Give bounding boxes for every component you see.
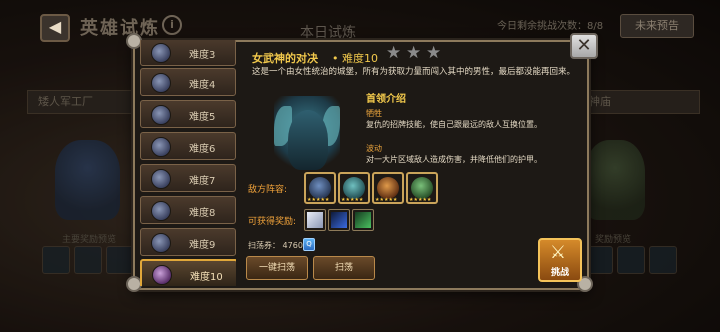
boss-intro-heading: 首领介绍 [366, 94, 406, 105]
back-arrow-icon: ◀ [48, 17, 62, 36]
ticket-icon: Q [303, 238, 315, 251]
difficulty-item-selected[interactable]: 难度10 [140, 259, 236, 286]
hero-portrait-icon [309, 177, 331, 199]
scroll-icon [307, 212, 323, 228]
tab-title: 本日试炼 [300, 25, 356, 41]
fight-button-label: 挑战 [550, 268, 569, 278]
close-button[interactable]: ✕ [570, 33, 598, 59]
enemy-hero[interactable]: ★★★★★ [338, 172, 370, 204]
difficulty-item[interactable]: 难度6 [140, 132, 236, 160]
difficulty-item[interactable]: 难度4 [140, 68, 236, 96]
difficulty-icon [151, 233, 171, 253]
hero-portrait-icon [343, 177, 365, 199]
title-separator: • [332, 52, 339, 65]
difficulty-label: 难度5 [189, 112, 216, 123]
reward-item[interactable] [304, 209, 326, 231]
fight-button[interactable]: ⚔ 挑战 [538, 238, 582, 282]
difficulty-icon [151, 73, 171, 93]
difficulty-label: 难度3 [189, 50, 216, 61]
difficulty-label: 难度10 [190, 272, 223, 283]
skill-name: 牺牲 [366, 109, 382, 118]
difficulty-item[interactable]: 难度8 [140, 196, 236, 224]
skill-description: 复仇的招牌技能，使自己跟最远的敌人互换位置。 [366, 120, 542, 129]
boss-detail-panel: 女武神的对决 • 难度10 ★ ★ ★ 这是一个由女性统治的城堡，所有为获取力量… [240, 44, 580, 282]
crossed-swords-icon: ⚔ [549, 242, 567, 263]
sweep-ticket-label: 扫荡券： [248, 241, 280, 250]
blue-sword-icon [331, 212, 347, 228]
boss-level: • 难度10 [332, 50, 378, 66]
difficulty-icon [151, 201, 171, 221]
hero-portrait-icon [377, 177, 399, 199]
difficulty-icon [151, 43, 171, 63]
difficulty-icon [151, 105, 171, 125]
boss-description: 这是一个由女性统治的城堡，所有为获取力量而闯入其中的男性，最后都没能再回来。 [252, 67, 576, 77]
sweep-all-button[interactable]: 一键扫荡 [246, 256, 308, 280]
hero-stars-icon: ★★★★★ [341, 197, 364, 203]
enemy-hero[interactable]: ★★★★★ [406, 172, 438, 204]
difficulty-label: 难度6 [189, 144, 216, 155]
difficulty-list[interactable]: 难度3 难度4 难度5 难度6 难度7 难度8 难度9 难度10 [136, 40, 236, 286]
back-button[interactable]: ◀ [40, 14, 70, 42]
boss-portrait [274, 96, 340, 176]
enemy-hero[interactable]: ★★★★★ [304, 172, 336, 204]
remaining-attempts: 今日剩余挑战次数：8/8 [497, 21, 604, 32]
sweep-button[interactable]: 扫荡 [313, 256, 375, 280]
difficulty-label: 难度4 [189, 80, 216, 91]
enemy-lineup-label: 敌方阵容: [248, 185, 288, 195]
boss-level-label: 难度10 [342, 52, 378, 65]
page-title: 英雄试炼 [80, 18, 160, 39]
difficulty-item[interactable]: 难度7 [140, 164, 236, 192]
difficulty-item[interactable]: 难度3 [140, 40, 236, 66]
future-preview-button[interactable]: 未来预告 [620, 14, 694, 38]
difficulty-label: 难度8 [189, 208, 216, 219]
hero-stars-icon: ★★★★★ [307, 197, 330, 203]
star-icon: ★ [426, 43, 442, 63]
boss-figure-icon [288, 110, 328, 170]
close-icon: ✕ [576, 35, 592, 56]
difficulty-icon [151, 169, 171, 189]
green-staff-icon [355, 212, 371, 228]
sweep-ticket-count: 扫荡券： 4760 [248, 240, 303, 251]
star-icon: ★ [386, 43, 402, 63]
sweep-ticket-value: 4760 [282, 241, 303, 250]
hero-stars-icon: ★★★★★ [409, 197, 432, 203]
enemy-hero[interactable]: ★★★★★ [372, 172, 404, 204]
difficulty-label: 难度7 [189, 176, 216, 187]
reward-item[interactable] [352, 209, 374, 231]
reward-item[interactable] [328, 209, 350, 231]
difficulty-icon [152, 265, 172, 285]
star-icon: ★ [406, 43, 422, 63]
difficulty-label: 难度9 [189, 240, 216, 251]
difficulty-icon [151, 137, 171, 157]
info-icon[interactable]: i [162, 15, 182, 35]
skill-description: 对一大片区域敌人造成伤害，并降低他们的护甲。 [366, 155, 542, 164]
hero-stars-icon: ★★★★★ [375, 197, 398, 203]
difficulty-item[interactable]: 难度9 [140, 228, 236, 256]
rewards-label: 可获得奖励: [248, 217, 297, 227]
difficulty-item[interactable]: 难度5 [140, 100, 236, 128]
boss-title: 女武神的对决 [252, 52, 318, 65]
hero-portrait-icon [411, 177, 433, 199]
skill-name: 波动 [366, 144, 382, 153]
